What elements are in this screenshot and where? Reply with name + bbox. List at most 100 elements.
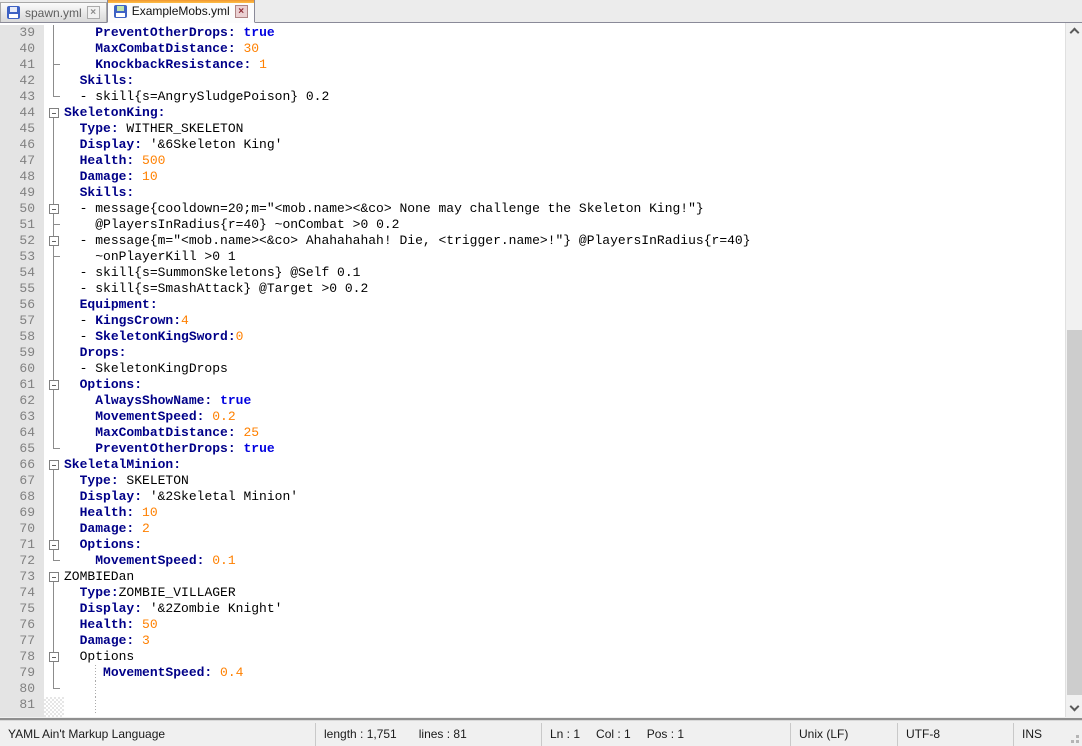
code-line: 59 Drops: bbox=[0, 345, 1082, 361]
code-line: 43 - skill{s=AngrySludgePoison} 0.2 bbox=[0, 89, 1082, 105]
tab-spawn-yml[interactable]: spawn.yml × bbox=[0, 2, 107, 22]
code-text: - SkeletonKingDrops bbox=[79, 361, 228, 376]
fold-margin-marker[interactable] bbox=[44, 569, 64, 585]
line-number: 54 bbox=[0, 265, 44, 281]
line-number: 59 bbox=[0, 345, 44, 361]
saved-file-floppy-icon bbox=[113, 4, 127, 18]
line-number: 48 bbox=[0, 169, 44, 185]
code-line: 64 MaxCombatDistance: 25 bbox=[0, 425, 1082, 441]
line-number: 61 bbox=[0, 377, 44, 393]
fold-margin-marker bbox=[44, 121, 64, 137]
fold-margin-marker bbox=[44, 329, 64, 345]
code-line: 68 Display: '&2Skeletal Minion' bbox=[0, 489, 1082, 505]
editor-pane[interactable]: 39 PreventOtherDrops: true 40 MaxCombatDi… bbox=[0, 23, 1082, 717]
code-text: Damage: 3 bbox=[79, 633, 150, 648]
fold-margin-marker[interactable] bbox=[44, 233, 64, 249]
status-lines: lines : 81 bbox=[418, 727, 467, 741]
saved-file-floppy-icon bbox=[7, 6, 20, 19]
fold-margin-marker bbox=[44, 265, 64, 281]
fold-margin-marker bbox=[44, 665, 64, 681]
line-number: 68 bbox=[0, 489, 44, 505]
line-number: 70 bbox=[0, 521, 44, 537]
margin-checker-pattern bbox=[44, 713, 64, 717]
status-encoding[interactable]: UTF-8 bbox=[897, 723, 1013, 746]
line-number: 57 bbox=[0, 313, 44, 329]
code-line: 55 - skill{s=SmashAttack} @Target >0 0.2 bbox=[0, 281, 1082, 297]
fold-margin-marker[interactable] bbox=[44, 649, 64, 665]
scrollbar-thumb[interactable] bbox=[1067, 330, 1082, 695]
code-text: @PlayersInRadius{r=40} ~onCombat >0 0.2 bbox=[95, 217, 400, 232]
fold-margin-marker bbox=[44, 185, 64, 201]
fold-margin-marker bbox=[44, 697, 64, 713]
code-text: - SkeletonKingSword:0 bbox=[79, 329, 244, 344]
code-text: - skill{s=AngrySludgePoison} 0.2 bbox=[79, 89, 330, 104]
fold-margin-marker[interactable] bbox=[44, 457, 64, 473]
resize-grip-icon[interactable] bbox=[1076, 740, 1079, 743]
fold-margin-marker bbox=[44, 361, 64, 377]
status-pos: Pos : 1 bbox=[646, 727, 685, 741]
code-line: 52 - message{m="<mob.name><&co> Ahahahah… bbox=[0, 233, 1082, 249]
fold-margin-marker bbox=[44, 41, 64, 57]
line-number: 47 bbox=[0, 153, 44, 169]
code-line: 41 KnockbackResistance: 1 bbox=[0, 57, 1082, 73]
code-text: Options: bbox=[79, 537, 143, 552]
code-text: Drops: bbox=[79, 345, 127, 360]
close-tab-icon[interactable]: × bbox=[86, 6, 100, 19]
line-number: 46 bbox=[0, 137, 44, 153]
status-insert-mode[interactable]: INS bbox=[1013, 723, 1082, 746]
vertical-scrollbar[interactable] bbox=[1065, 23, 1082, 717]
notepad-window: spawn.yml × ExampleMobs.yml × 39 Prevent… bbox=[0, 0, 1082, 746]
code-line: 39 PreventOtherDrops: true bbox=[0, 25, 1082, 41]
code-line: 60 - SkeletonKingDrops bbox=[0, 361, 1082, 377]
fold-margin-marker bbox=[44, 169, 64, 185]
fold-margin-marker bbox=[44, 409, 64, 425]
fold-margin-marker bbox=[44, 553, 64, 569]
code-text: MovementSpeed: 0.2 bbox=[95, 409, 236, 424]
scroll-down-arrow[interactable] bbox=[1066, 700, 1082, 717]
close-tab-icon[interactable]: × bbox=[234, 4, 248, 18]
fold-margin-marker bbox=[44, 281, 64, 297]
code-line: 70 Damage: 2 bbox=[0, 521, 1082, 537]
code-line: 58 - SkeletonKingSword:0 bbox=[0, 329, 1082, 345]
code-text: Skills: bbox=[79, 73, 135, 88]
fold-margin-marker bbox=[44, 217, 64, 233]
fold-margin-marker[interactable] bbox=[44, 537, 64, 553]
line-number: 45 bbox=[0, 121, 44, 137]
line-number: 53 bbox=[0, 249, 44, 265]
fold-margin-marker bbox=[44, 633, 64, 649]
code-line: 79 MovementSpeed: 0.4 bbox=[0, 665, 1082, 681]
fold-margin-marker bbox=[44, 521, 64, 537]
code-text: ZOMBIEDan bbox=[64, 569, 135, 584]
code-line: 75 Display: '&2Zombie Knight' bbox=[0, 601, 1082, 617]
code-text: MaxCombatDistance: 25 bbox=[95, 425, 260, 440]
fold-margin-marker bbox=[44, 425, 64, 441]
code-text: ~onPlayerKill >0 1 bbox=[95, 249, 236, 264]
fold-margin-marker bbox=[44, 345, 64, 361]
code-text: - KingsCrown:4 bbox=[79, 313, 189, 328]
status-length: length : 1,751 bbox=[324, 727, 397, 741]
code-text: - skill{s=SmashAttack} @Target >0 0.2 bbox=[79, 281, 369, 296]
fold-margin-marker bbox=[44, 601, 64, 617]
fold-margin-marker bbox=[44, 25, 64, 41]
status-eol-format[interactable]: Unix (LF) bbox=[790, 723, 897, 746]
line-number: 66 bbox=[0, 457, 44, 473]
line-number: 81 bbox=[0, 697, 44, 713]
code-text: Equipment: bbox=[79, 297, 158, 312]
fold-margin-marker bbox=[44, 505, 64, 521]
indent-guide bbox=[95, 681, 96, 697]
fold-margin-marker[interactable] bbox=[44, 105, 64, 121]
line-number: 69 bbox=[0, 505, 44, 521]
code-line: 46 Display: '&6Skeleton King' bbox=[0, 137, 1082, 153]
code-text: SkeletonKing: bbox=[64, 105, 166, 120]
fold-margin-marker bbox=[44, 585, 64, 601]
line-number: 49 bbox=[0, 185, 44, 201]
tab-examplemobs-yml[interactable]: ExampleMobs.yml × bbox=[106, 0, 255, 23]
code-text: - message{m="<mob.name><&co> Ahahahahah!… bbox=[79, 233, 751, 248]
fold-margin-marker[interactable] bbox=[44, 201, 64, 217]
indent-guide bbox=[95, 697, 96, 713]
fold-margin-marker bbox=[44, 89, 64, 105]
fold-margin-marker[interactable] bbox=[44, 377, 64, 393]
scroll-up-arrow[interactable] bbox=[1066, 23, 1082, 40]
code-text: MovementSpeed: 0.1 bbox=[95, 553, 236, 568]
code-text: Display: '&2Zombie Knight' bbox=[79, 601, 283, 616]
